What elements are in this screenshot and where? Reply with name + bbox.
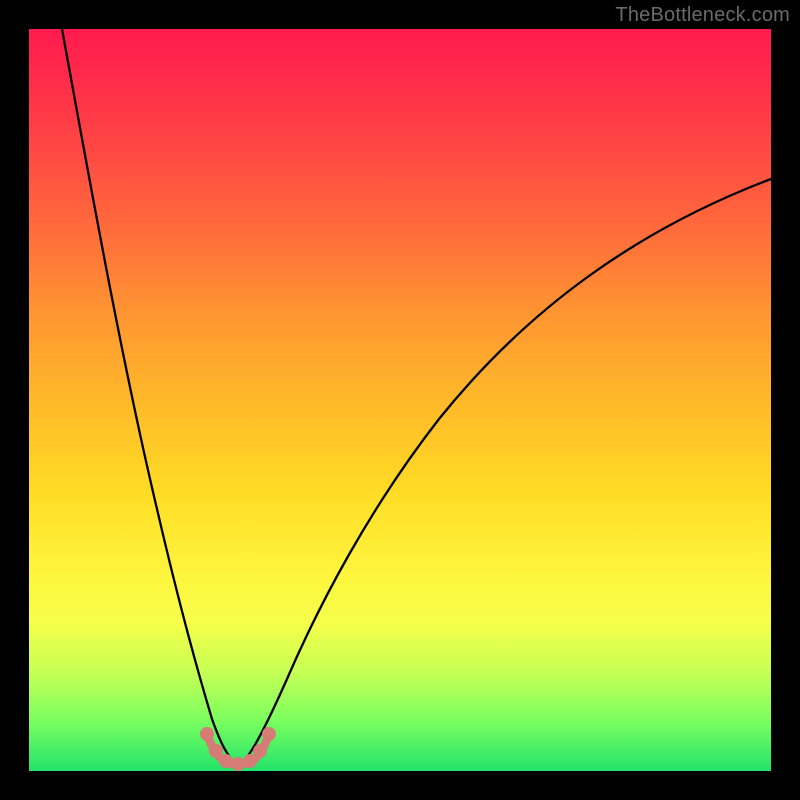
valley-markers <box>200 727 276 771</box>
chart-svg <box>29 29 771 771</box>
curve-right-branch <box>247 179 771 757</box>
curve-left-branch <box>62 29 230 757</box>
watermark-text: TheBottleneck.com <box>615 4 790 27</box>
chart-frame: TheBottleneck.com <box>0 0 800 800</box>
plot-area <box>29 29 771 771</box>
